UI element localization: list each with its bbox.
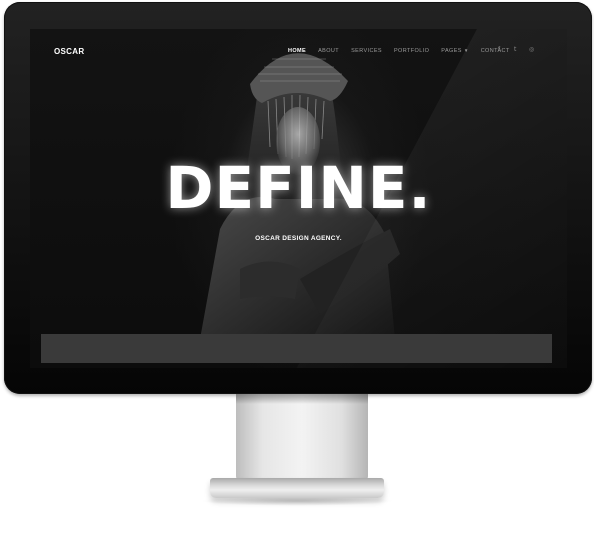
monitor-frame: OSCAR HOME ABOUT SERVICES PORTFOLIO PAGE… xyxy=(4,2,592,394)
content-strip xyxy=(41,334,552,363)
nav-item-contact[interactable]: CONTACT xyxy=(481,48,510,54)
site-logo[interactable]: OSCAR xyxy=(54,47,84,56)
nav-menu: HOME ABOUT SERVICES PORTFOLIO PAGES ▼ CON… xyxy=(288,48,522,54)
nav-item-home[interactable]: HOME xyxy=(288,48,306,54)
nav-item-pages[interactable]: PAGES ▼ xyxy=(441,48,468,54)
nav-item-pages-label: PAGES xyxy=(441,48,462,54)
caret-down-icon: ▼ xyxy=(463,48,469,53)
website-screen: OSCAR HOME ABOUT SERVICES PORTFOLIO PAGE… xyxy=(30,29,567,368)
facebook-icon[interactable]: f xyxy=(498,46,500,53)
nav-item-about[interactable]: ABOUT xyxy=(318,48,339,54)
stand-shadow-top xyxy=(236,394,368,404)
dribbble-icon[interactable]: ◎ xyxy=(529,46,534,53)
nav-item-portfolio[interactable]: PORTFOLIO xyxy=(394,48,429,54)
nav-item-services[interactable]: SERVICES xyxy=(351,48,382,54)
hero-subtitle: OSCAR DESIGN AGENCY. xyxy=(255,235,342,242)
monitor-mockup: OSCAR HOME ABOUT SERVICES PORTFOLIO PAGE… xyxy=(0,0,594,538)
hero-title: DEFINE. xyxy=(165,154,432,222)
site-navbar: OSCAR HOME ABOUT SERVICES PORTFOLIO PAGE… xyxy=(30,29,567,73)
twitter-icon[interactable]: t xyxy=(514,46,516,53)
monitor-stand-base xyxy=(210,478,384,498)
monitor-stand-neck xyxy=(236,394,368,482)
